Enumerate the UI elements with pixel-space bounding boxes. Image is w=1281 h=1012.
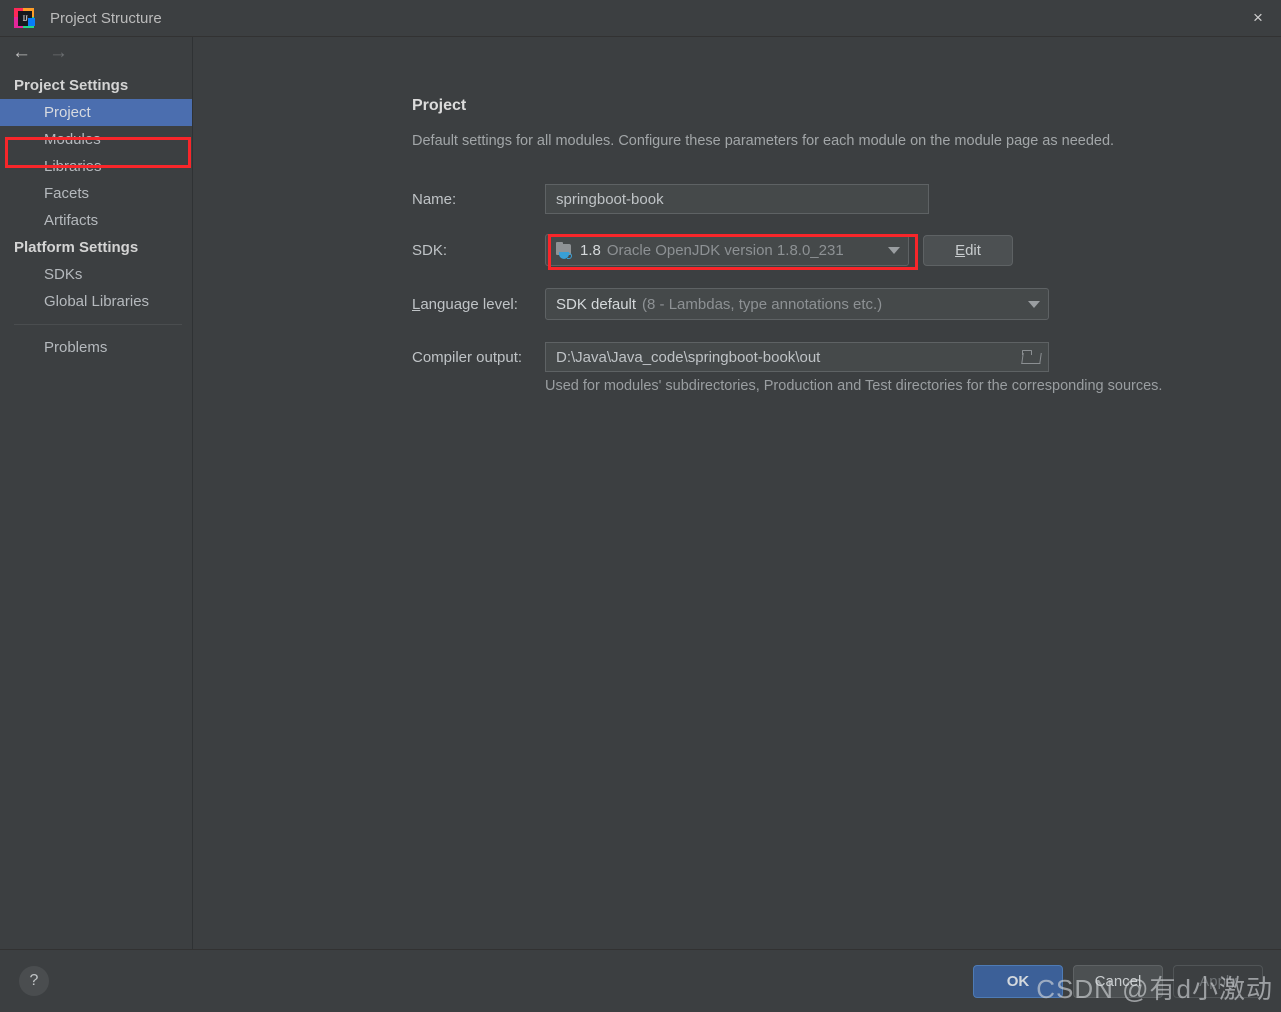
sidebar-item-project[interactable]: Project	[0, 99, 192, 126]
settings-sidebar: ← → Project Settings Project Modules Lib…	[0, 37, 193, 949]
language-level-label: Language level:	[412, 296, 545, 313]
compiler-output-value: D:\Java\Java_code\springboot-book\out	[556, 348, 821, 366]
cancel-button[interactable]: Cancel	[1073, 964, 1163, 998]
help-button[interactable]: ?	[19, 966, 49, 996]
sdk-version-short: 1.8	[580, 241, 601, 259]
sdk-row: SDK: 1.8 Oracle OpenJDK version 1.8.0_23…	[412, 234, 1281, 266]
close-icon[interactable]: ×	[1235, 0, 1281, 35]
sidebar-item-sdks[interactable]: SDKs	[0, 261, 192, 288]
dialog-body: ← → Project Settings Project Modules Lib…	[0, 37, 1281, 949]
language-level-detail: (8 - Lambdas, type annotations etc.)	[642, 295, 883, 313]
edit-button-rest: dit	[965, 241, 981, 259]
name-row: Name: springboot-book	[412, 184, 1281, 214]
intellij-idea-icon: IJ	[14, 8, 35, 28]
chevron-down-icon	[888, 246, 900, 254]
title-bar: IJ Project Structure ×	[0, 0, 1281, 37]
sdk-dropdown[interactable]: 1.8 Oracle OpenJDK version 1.8.0_231	[545, 234, 909, 266]
forward-arrow-icon[interactable]: →	[49, 43, 68, 62]
sidebar-item-modules[interactable]: Modules	[0, 126, 192, 153]
page-title: Project	[412, 97, 467, 114]
compiler-output-label: Compiler output:	[412, 348, 523, 366]
sidebar-item-artifacts[interactable]: Artifacts	[0, 207, 192, 234]
project-name-input[interactable]: springboot-book	[545, 184, 929, 214]
chevron-down-icon	[1028, 300, 1040, 308]
name-label: Name:	[412, 190, 457, 208]
folder-browse-icon[interactable]	[1021, 350, 1042, 364]
sidebar-divider	[14, 324, 182, 325]
dialog-button-group: OK Cancel Apply	[973, 964, 1281, 998]
ok-button[interactable]: OK	[973, 964, 1063, 998]
edit-button-mnemonic: E	[955, 241, 966, 259]
sidebar-group-platform-settings: Platform Settings	[14, 239, 139, 256]
language-level-row: Language level: SDK default (8 - Lambdas…	[412, 288, 1281, 320]
sidebar-group-project-settings: Project Settings	[14, 77, 129, 94]
project-structure-dialog: IJ Project Structure × ← → Project Setti…	[0, 0, 1281, 1012]
back-arrow-icon[interactable]: ←	[12, 43, 31, 62]
project-name-value: springboot-book	[556, 190, 664, 208]
language-level-label-rest: anguage level:	[420, 295, 518, 313]
page-description: Default settings for all modules. Config…	[412, 133, 1115, 149]
apply-button: Apply	[1173, 964, 1263, 998]
compiler-output-hint: Used for modules' subdirectories, Produc…	[545, 378, 1163, 394]
compiler-output-input[interactable]: D:\Java\Java_code\springboot-book\out	[545, 342, 1049, 372]
compiler-output-row: Compiler output: D:\Java\Java_code\sprin…	[412, 342, 1281, 372]
edit-sdk-button[interactable]: Edit	[923, 234, 1013, 266]
dialog-footer: ? OK Cancel Apply CSDN @有d小激动	[0, 949, 1281, 1012]
sidebar-item-facets[interactable]: Facets	[0, 180, 192, 207]
jdk-folder-icon	[556, 241, 573, 259]
sidebar-item-global-libraries[interactable]: Global Libraries	[0, 288, 192, 315]
sdk-version-full: Oracle OpenJDK version 1.8.0_231	[606, 241, 844, 259]
sidebar-item-problems[interactable]: Problems	[0, 334, 192, 361]
project-settings-panel: Project Default settings for all modules…	[193, 37, 1281, 949]
settings-tree: Project Settings Project Modules Librari…	[0, 67, 192, 361]
window-title: Project Structure	[50, 9, 162, 27]
navigation-bar: ← →	[0, 37, 192, 67]
sidebar-item-libraries[interactable]: Libraries	[0, 153, 192, 180]
sdk-label: SDK:	[412, 241, 448, 259]
language-level-dropdown[interactable]: SDK default (8 - Lambdas, type annotatio…	[545, 288, 1049, 320]
language-level-value: SDK default	[556, 295, 637, 313]
